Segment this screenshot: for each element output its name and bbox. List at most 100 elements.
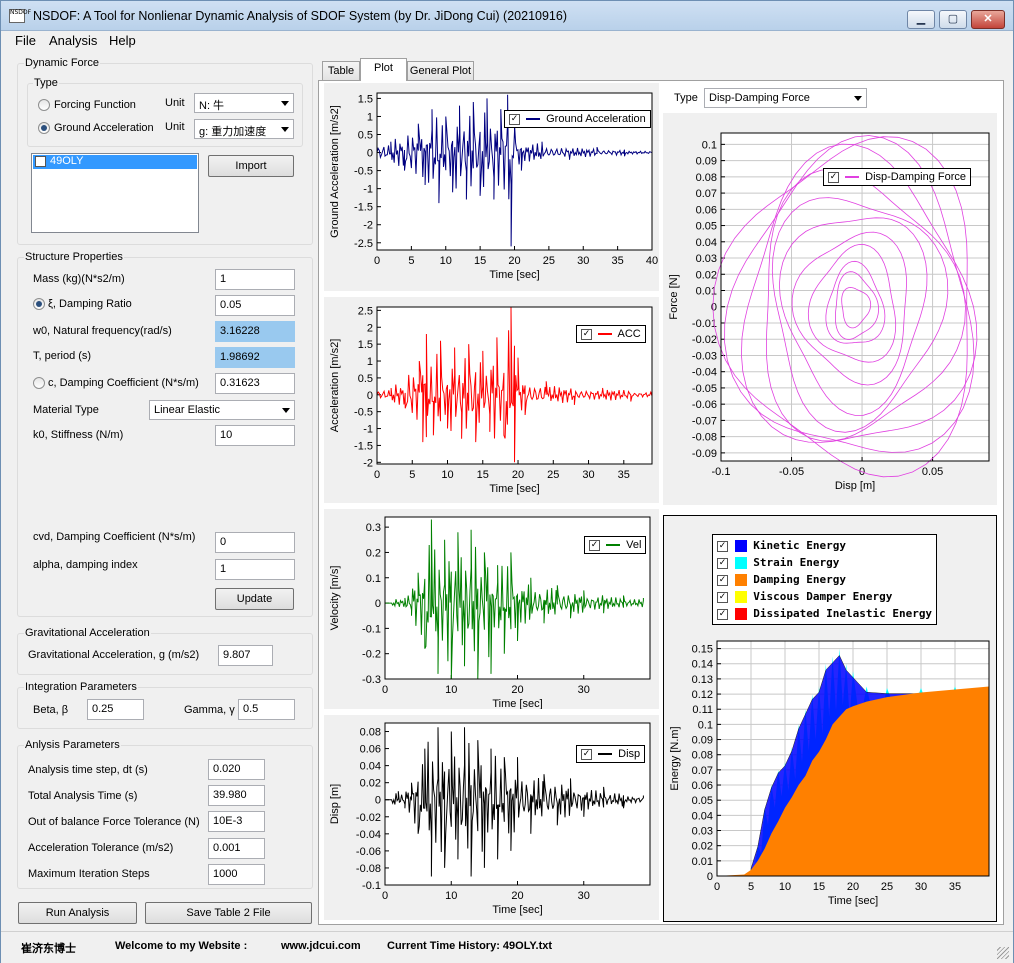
y-tick-label: 0.01 [692,856,713,868]
legend-kinetic[interactable]: ✓ Kinetic Energy [717,537,932,554]
checkbox-checked-icon[interactable]: ✓ [717,591,728,603]
y-tick-label: 0.09 [692,735,713,747]
checkbox-checked-icon[interactable]: ✓ [828,171,839,183]
list-item[interactable]: 49OLY [33,155,197,169]
vel-legend[interactable]: ✓ Vel [584,536,647,554]
legend-viscous[interactable]: ✓ Viscous Damper Energy [717,588,932,605]
y-tick-label: -2 [363,220,373,232]
menu-help[interactable]: Help [109,33,136,48]
menu-file[interactable]: File [15,33,36,48]
legend-inelastic[interactable]: ✓ Dissipated Inelastic Energy [717,605,932,622]
material-type-label: Material Type [33,404,99,416]
y-tick-label: -0.08 [356,863,381,875]
acc-legend-label: ACC [617,328,641,340]
close-button[interactable]: ✕ [971,10,1005,29]
material-type-value: Linear Elastic [154,404,221,416]
damping-ratio-field[interactable]: 0.05 [215,295,295,316]
disp-legend[interactable]: ✓ Disp [576,745,646,763]
type-title: Type [33,77,59,89]
checkbox-checked-icon[interactable]: ✓ [717,557,728,569]
plot-type-select[interactable]: Disp-Damping Force [704,88,867,108]
y-axis-label: Disp [m] [329,784,341,824]
y-tick-label: -2 [363,457,373,469]
x-tick-label: 20 [511,890,523,902]
alpha-field[interactable]: 1 [215,559,295,580]
x-tick-label: 30 [578,684,590,696]
x-axis-label: Disp [m] [835,480,875,492]
x-tick-label: 20 [508,255,520,267]
menu-bar: File Analysis Help [1,31,1013,51]
vel-plot: 0 10 20 30 0.3 0.2 0.1 0 -0.1 -0.2 -0.3 Time [sec] V… [324,509,659,710]
tab-table[interactable]: Table [322,61,360,80]
tab-plot[interactable]: Plot [360,58,407,81]
run-analysis-button[interactable]: Run Analysis [18,902,137,924]
list-item-checkbox[interactable] [35,156,46,167]
y-tick-label: 0.2 [366,547,381,559]
checkbox-checked-icon[interactable]: ✓ [717,574,728,586]
status-website-link[interactable]: www.jdcui.com [281,940,361,952]
tab-general-plot[interactable]: General Plot [407,61,474,80]
ground-acc-legend[interactable]: ✓ Ground Acceleration [504,110,651,128]
title-bar[interactable]: NSDOF NSDOF: A Tool for Nonlienar Dynami… [1,1,1013,31]
y-tick-label: -0.5 [354,407,373,419]
x-tick-label: 5 [748,881,754,893]
x-tick-label: 10 [440,255,452,267]
x-tick-label: 10 [441,469,453,481]
ground-acceleration-radio[interactable] [38,122,50,134]
disp-force-legend-label: Disp-Damping Force [865,171,966,183]
import-button[interactable]: Import [208,155,294,177]
checkbox-checked-icon[interactable]: ✓ [581,748,592,760]
cvd-field[interactable]: 0 [215,532,295,553]
resize-grip-icon[interactable] [997,947,1009,959]
iterations-field[interactable]: 1000 [208,864,265,885]
x-axis-label: Time [sec] [489,269,539,281]
x-tick-label: 30 [578,890,590,902]
unit-label-2: Unit [165,121,185,133]
unit-select-2[interactable]: g: 重力加速度 [194,119,294,139]
disp-force-legend[interactable]: ✓ Disp-Damping Force [823,168,971,186]
x-tick-label: 10 [445,684,457,696]
stiffness-field[interactable]: 10 [215,425,295,446]
unit-select-1[interactable]: N: 牛 [194,93,294,113]
total-time-field[interactable]: 39.980 [208,785,265,806]
update-button[interactable]: Update [215,588,294,610]
checkbox-checked-icon[interactable]: ✓ [581,328,592,340]
energy-legend[interactable]: ✓ Kinetic Energy ✓ Strain Energy ✓ Dampi… [712,534,937,625]
checkbox-checked-icon[interactable]: ✓ [717,608,728,620]
maximize-button[interactable]: ▢ [939,10,967,29]
damping-coef-field[interactable]: 0.31623 [215,373,295,394]
y-axis-label: Velocity [m/s] [329,566,341,631]
checkbox-checked-icon[interactable]: ✓ [717,540,728,552]
acc-legend[interactable]: ✓ ACC [576,325,646,343]
y-tick-label: 0.06 [360,744,381,756]
beta-label: Beta, β [33,704,69,716]
damping-coef-radio[interactable] [33,377,45,389]
acc-tol-field[interactable]: 0.001 [208,838,265,859]
ground-acc-legend-label: Ground Acceleration [546,113,646,125]
gravity-field[interactable]: 9.807 [218,645,273,666]
period-field[interactable]: 1.98692 [215,347,295,368]
y-tick-label: 0.5 [358,373,373,385]
checkbox-checked-icon[interactable]: ✓ [589,539,600,551]
x-axis-label: Time [sec] [489,483,539,495]
damping-ratio-radio[interactable] [33,298,45,310]
time-history-list[interactable]: 49OLY [31,153,199,233]
w0-field[interactable]: 3.16228 [215,321,295,342]
y-tick-label: 0.07 [696,188,717,200]
mass-field[interactable]: 1 [215,269,295,290]
save-table-button[interactable]: Save Table 2 File [145,902,312,924]
material-type-select[interactable]: Linear Elastic [149,400,295,420]
menu-analysis[interactable]: Analysis [49,33,97,48]
iterations-label: Maximum Iteration Steps [28,868,150,880]
minimize-button[interactable]: ▁ [907,10,935,29]
dt-field[interactable]: 0.020 [208,759,265,780]
force-tol-field[interactable]: 10E-3 [208,811,265,832]
forcing-function-radio[interactable] [38,99,50,111]
gamma-field[interactable]: 0.5 [238,699,295,720]
beta-field[interactable]: 0.25 [87,699,144,720]
legend-damping[interactable]: ✓ Damping Energy [717,571,932,588]
checkbox-checked-icon[interactable]: ✓ [509,113,520,125]
x-tick-label: 0.05 [922,466,943,478]
chevron-down-icon [281,101,289,106]
legend-strain[interactable]: ✓ Strain Energy [717,554,932,571]
